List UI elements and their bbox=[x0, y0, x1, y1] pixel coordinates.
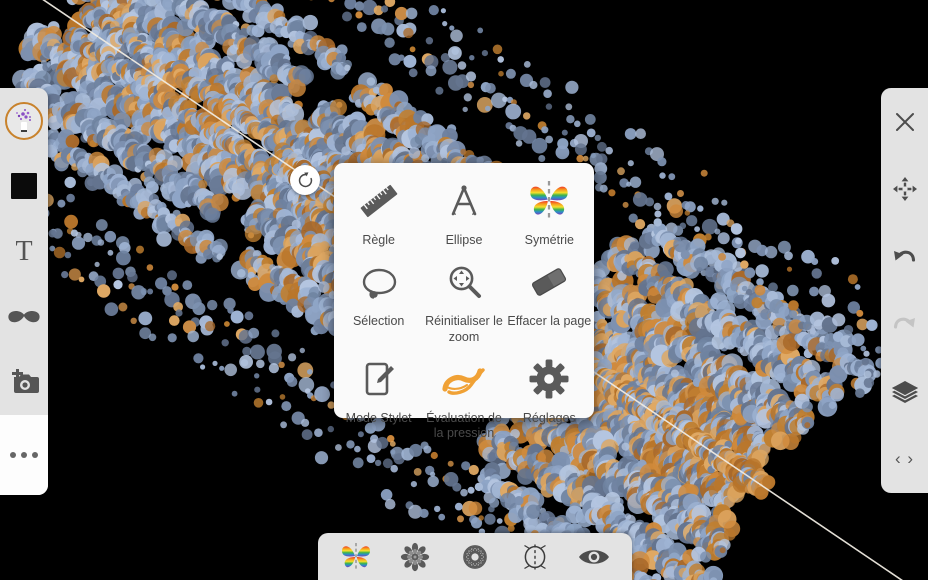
tools-popup-menu: Règle Ellipse Symétrie Sélection Réiniti… bbox=[334, 163, 594, 440]
menu-item-label: Évaluation de la pression bbox=[426, 410, 502, 440]
redo-icon bbox=[893, 317, 915, 329]
move-button[interactable] bbox=[881, 156, 928, 224]
flower-mandala-icon bbox=[401, 542, 430, 571]
text-tool[interactable]: T bbox=[0, 219, 48, 284]
move-arrows-icon bbox=[892, 177, 917, 202]
close-icon bbox=[895, 112, 914, 131]
undo-icon bbox=[894, 250, 916, 262]
menu-item-evaluation-pression[interactable]: Évaluation de la pression bbox=[421, 345, 506, 442]
compass-icon bbox=[443, 177, 485, 225]
spray-brush-icon bbox=[5, 101, 43, 140]
axis-symmetry-button[interactable] bbox=[512, 537, 558, 577]
layers-button[interactable] bbox=[881, 358, 928, 426]
stylus-mode-icon bbox=[358, 355, 400, 403]
left-toolbar: T bbox=[0, 88, 48, 495]
color-tool[interactable] bbox=[0, 153, 48, 218]
menu-item-label: Sélection bbox=[352, 314, 405, 329]
radial-symmetry-button[interactable] bbox=[452, 537, 498, 577]
rainbow-butterfly-icon bbox=[341, 542, 370, 571]
lasso-icon bbox=[358, 258, 400, 306]
menu-item-label: Effacer la page bbox=[507, 314, 592, 329]
rosette-symmetry-button[interactable] bbox=[392, 537, 438, 577]
mustache-icon bbox=[8, 310, 40, 323]
menu-item-effacer-page[interactable]: Effacer la page bbox=[507, 248, 592, 345]
rotate-axis-handle[interactable] bbox=[290, 165, 320, 195]
collapse-button[interactable]: ‹ › bbox=[881, 426, 928, 494]
more-tool[interactable] bbox=[0, 415, 48, 495]
menu-item-label: Mode Stylet bbox=[345, 410, 412, 425]
add-image-tool[interactable] bbox=[0, 350, 48, 415]
reset-zoom-icon bbox=[443, 258, 485, 306]
menu-item-label: Symétrie bbox=[524, 233, 574, 247]
right-toolbar: ‹ › bbox=[881, 88, 928, 493]
undo-button[interactable] bbox=[881, 223, 928, 291]
rotate-ccw-icon bbox=[298, 171, 312, 187]
color-swatch-icon bbox=[11, 173, 37, 200]
menu-item-mode-stylet[interactable]: Mode Stylet bbox=[336, 345, 421, 442]
redo-button[interactable] bbox=[881, 291, 928, 359]
rainbow-butterfly-icon bbox=[527, 177, 571, 225]
vertical-axis-mirror-icon bbox=[523, 544, 546, 569]
mirror-symmetry-button[interactable] bbox=[333, 537, 379, 577]
brush-tool[interactable] bbox=[0, 88, 48, 153]
pressure-stroke-icon bbox=[440, 355, 488, 403]
layers-icon bbox=[891, 380, 918, 403]
menu-item-label: Réinitialiser le zoom bbox=[425, 314, 503, 344]
ellipsis-icon bbox=[10, 452, 38, 459]
menu-item-ellipse[interactable]: Ellipse bbox=[421, 167, 506, 248]
visibility-button[interactable] bbox=[571, 537, 617, 577]
gear-icon bbox=[528, 355, 570, 403]
eraser-icon bbox=[527, 258, 571, 306]
menu-item-regle[interactable]: Règle bbox=[336, 167, 421, 248]
more-section bbox=[0, 415, 48, 495]
menu-item-reinitialiser-zoom[interactable]: Réinitialiser le zoom bbox=[421, 248, 506, 345]
camera-plus-icon bbox=[12, 369, 39, 394]
text-icon: T bbox=[15, 235, 33, 267]
shape-tool[interactable] bbox=[0, 284, 48, 349]
menu-item-symetrie[interactable]: Symétrie bbox=[507, 167, 592, 248]
menu-item-label: Ellipse bbox=[445, 233, 483, 247]
menu-item-selection[interactable]: Sélection bbox=[336, 248, 421, 345]
bottom-toolbar bbox=[318, 533, 632, 580]
close-button[interactable] bbox=[881, 88, 928, 156]
ruler-icon bbox=[358, 177, 400, 225]
chevrons-icon: ‹ › bbox=[894, 449, 915, 469]
circular-mandala-icon bbox=[463, 544, 487, 569]
menu-item-label: Réglages bbox=[522, 410, 576, 425]
eye-icon bbox=[579, 549, 610, 564]
menu-item-reglages[interactable]: Réglages bbox=[507, 345, 592, 442]
menu-item-label: Règle bbox=[362, 233, 395, 247]
